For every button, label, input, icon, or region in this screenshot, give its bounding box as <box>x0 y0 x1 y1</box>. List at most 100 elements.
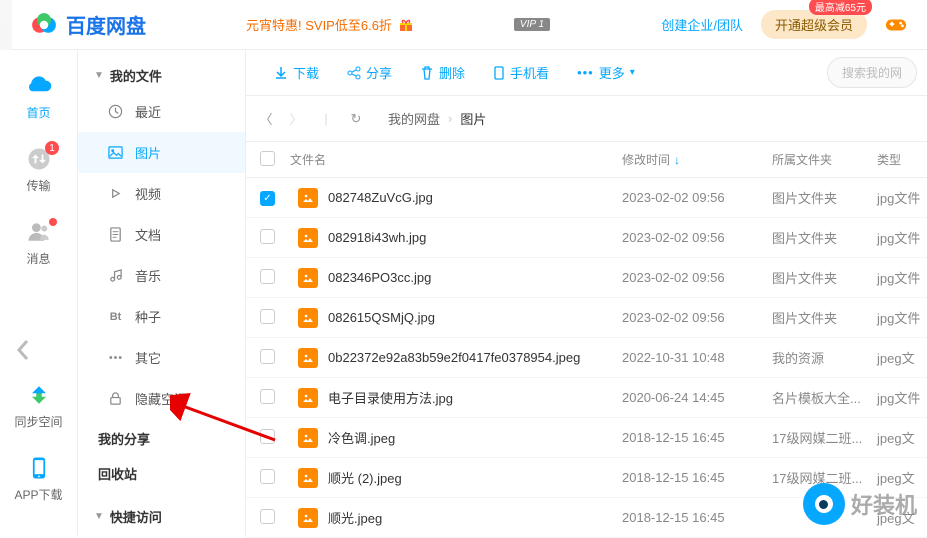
sidebar-item-torrent[interactable]: Bt 种子 <box>78 296 245 337</box>
promo-banner[interactable]: 元宵特惠! SVIP低至6.6折 <box>246 15 414 34</box>
file-name: 082346PO3cc.jpg <box>328 270 622 285</box>
col-type[interactable]: 类型 <box>877 151 927 168</box>
sidebar: ▼ 我的文件 最近 图片 视频 文档 音乐 Bt 种子 其它 隐藏空间 我的分享… <box>78 50 246 535</box>
sidebar-my-share[interactable]: 我的分享 <box>78 419 245 454</box>
sidebar-group-myfiles[interactable]: ▼ 我的文件 <box>78 56 245 91</box>
select-all-checkbox[interactable] <box>260 151 275 166</box>
sort-desc-icon: ↓ <box>674 153 680 167</box>
image-file-icon <box>298 508 318 528</box>
refresh-button[interactable]: ↻ <box>348 111 364 127</box>
file-modtime: 2022-10-31 10:48 <box>622 350 772 365</box>
watermark: 好装机 <box>803 483 917 525</box>
collapse-rail-button[interactable] <box>10 330 36 370</box>
gamepad-icon[interactable] <box>885 17 907 33</box>
rail-app-download[interactable]: APP下载 <box>0 444 77 517</box>
file-folder: 图片文件夹 <box>772 188 877 207</box>
doc-icon <box>108 227 123 242</box>
mobile-view-button[interactable]: 手机看 <box>481 57 561 88</box>
col-folder[interactable]: 所属文件夹 <box>772 151 877 168</box>
file-name: 082615QSMjQ.jpg <box>328 310 622 325</box>
toolbar: 下载 分享 删除 手机看 ••• 更多 ▾ 搜索我的网 <box>246 50 927 96</box>
image-file-icon <box>298 228 318 248</box>
table-row[interactable]: 0b22372e92a83b59e2f0417fe0378954.jpeg202… <box>246 338 927 378</box>
sidebar-item-images[interactable]: 图片 <box>78 132 245 173</box>
table-row[interactable]: 冷色调.jpeg2018-12-15 16:4517级网媒二班...jpeg文 <box>246 418 927 458</box>
col-filename[interactable]: 文件名 <box>290 151 622 168</box>
sidebar-item-other[interactable]: 其它 <box>78 337 245 378</box>
baidu-cloud-icon <box>30 11 58 39</box>
sidebar-recycle[interactable]: 回收站 <box>78 454 245 489</box>
table-row[interactable]: 082918i43wh.jpg2023-02-02 09:56图片文件夹jpg文… <box>246 218 927 258</box>
rail-transfer[interactable]: 1 传输 <box>0 135 77 208</box>
trash-icon <box>420 66 434 80</box>
image-icon <box>108 145 123 160</box>
transfer-count-badge: 1 <box>45 141 59 155</box>
breadcrumb-root[interactable]: 我的网盘 <box>388 109 440 128</box>
discount-badge: 最高减65元 <box>809 0 872 15</box>
notification-dot <box>49 218 57 226</box>
row-checkbox[interactable] <box>260 269 275 284</box>
file-type: jpg文件 <box>877 388 927 407</box>
rail-home[interactable]: 首页 <box>0 62 77 135</box>
file-type: jpg文件 <box>877 188 927 207</box>
rail-sync[interactable]: 同步空间 <box>0 371 77 444</box>
file-folder: 图片文件夹 <box>772 308 877 327</box>
file-name: 082918i43wh.jpg <box>328 230 622 245</box>
file-folder: 17级网媒二班... <box>772 428 877 447</box>
sidebar-item-hidden[interactable]: 隐藏空间 <box>78 378 245 419</box>
image-file-icon <box>298 308 318 328</box>
vip-badge: VIP 1 <box>514 18 550 31</box>
file-type: jpeg文 <box>877 348 927 367</box>
create-enterprise-link[interactable]: 创建企业/团队 <box>661 15 743 34</box>
music-icon <box>108 268 123 283</box>
bt-icon: Bt <box>108 309 123 324</box>
left-rail: 首页 1 传输 消息 同步空间 APP下载 <box>0 50 78 535</box>
file-modtime: 2018-12-15 16:45 <box>622 470 772 485</box>
image-file-icon <box>298 428 318 448</box>
file-name: 082748ZuVcG.jpg <box>328 190 622 205</box>
delete-button[interactable]: 删除 <box>408 57 477 88</box>
app-title: 百度网盘 <box>66 10 146 39</box>
share-button[interactable]: 分享 <box>335 57 404 88</box>
row-checkbox[interactable] <box>260 469 275 484</box>
download-button[interactable]: 下载 <box>262 57 331 88</box>
table-row[interactable]: 电子目录使用方法.jpg2020-06-24 14:45名片模板大全...jpg… <box>246 378 927 418</box>
row-checkbox[interactable]: ✓ <box>260 191 275 206</box>
row-checkbox[interactable] <box>260 509 275 524</box>
chevron-down-icon: ▼ <box>94 511 104 522</box>
sidebar-item-recent[interactable]: 最近 <box>78 91 245 132</box>
open-svip-button[interactable]: 最高减65元 开通超级会员 <box>761 10 867 39</box>
table-row[interactable]: 082346PO3cc.jpg2023-02-02 09:56图片文件夹jpg文… <box>246 258 927 298</box>
file-folder: 名片模板大全... <box>772 388 877 407</box>
table-row[interactable]: ✓082748ZuVcG.jpg2023-02-02 09:56图片文件夹jpg… <box>246 178 927 218</box>
sidebar-quick-access[interactable]: ▼快捷访问 <box>78 489 245 532</box>
sidebar-item-music[interactable]: 音乐 <box>78 255 245 296</box>
row-checkbox[interactable] <box>260 309 275 324</box>
row-checkbox[interactable] <box>260 389 275 404</box>
table-row[interactable]: 082615QSMjQ.jpg2023-02-02 09:56图片文件夹jpg文… <box>246 298 927 338</box>
nav-back-button[interactable]: 〈 <box>258 109 274 128</box>
row-checkbox[interactable] <box>260 349 275 364</box>
row-checkbox[interactable] <box>260 429 275 444</box>
breadcrumb-current: 图片 <box>460 109 486 128</box>
file-folder: 图片文件夹 <box>772 228 877 247</box>
file-name: 0b22372e92a83b59e2f0417fe0378954.jpeg <box>328 350 622 365</box>
mobile-icon <box>493 66 505 80</box>
search-input[interactable]: 搜索我的网 <box>827 57 917 88</box>
col-modtime[interactable]: 修改时间↓ <box>622 151 772 168</box>
file-modtime: 2018-12-15 16:45 <box>622 430 772 445</box>
nav-forward-button[interactable]: 〉 <box>288 109 304 128</box>
file-modtime: 2023-02-02 09:56 <box>622 270 772 285</box>
row-checkbox[interactable] <box>260 229 275 244</box>
phone-icon <box>25 454 53 482</box>
file-name: 顺光 (2).jpeg <box>328 468 622 487</box>
rail-messages[interactable]: 消息 <box>0 208 77 281</box>
table-header: 文件名 修改时间↓ 所属文件夹 类型 <box>246 142 927 178</box>
file-folder: 图片文件夹 <box>772 268 877 287</box>
logo[interactable]: 百度网盘 <box>30 10 146 39</box>
breadcrumb-sep: › <box>448 111 452 126</box>
sidebar-item-docs[interactable]: 文档 <box>78 214 245 255</box>
image-file-icon <box>298 468 318 488</box>
sidebar-item-video[interactable]: 视频 <box>78 173 245 214</box>
more-button[interactable]: ••• 更多 ▾ <box>565 57 647 88</box>
